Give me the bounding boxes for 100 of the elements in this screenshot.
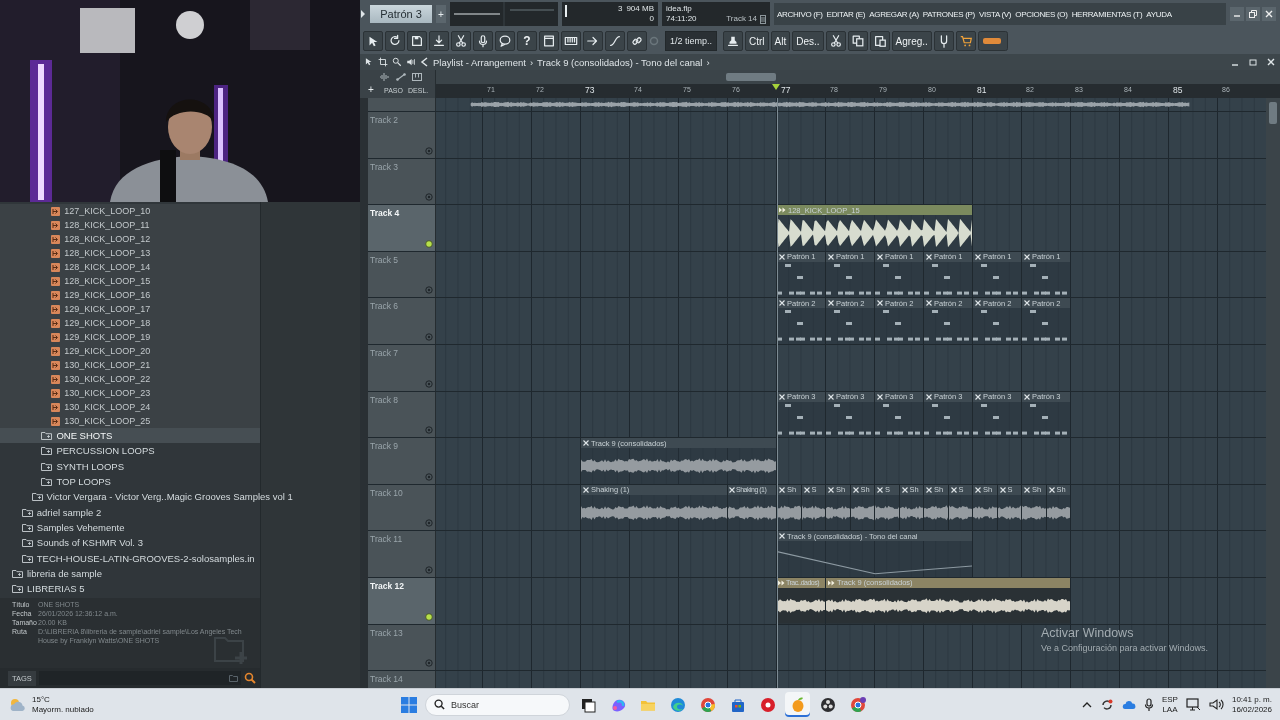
sync-icon[interactable] (1099, 697, 1114, 712)
track-header[interactable]: Track 12 (368, 577, 436, 624)
close-icon[interactable] (950, 486, 957, 493)
toolbar-button[interactable] (869, 31, 890, 51)
minimize-icon[interactable] (1230, 7, 1244, 21)
close-icon[interactable] (901, 486, 908, 493)
toolbar-button[interactable] (933, 31, 954, 51)
volume-icon[interactable] (1208, 698, 1224, 711)
browser-file-item[interactable]: 130_KICK_LOOP_24 (0, 400, 260, 414)
menu-item[interactable]: PATRONES (P) (922, 9, 975, 19)
track-header[interactable]: Track 9 (368, 438, 436, 484)
browser-file-item[interactable]: 130_KICK_LOOP_25 (0, 414, 260, 428)
browser-file-item[interactable]: 128_KICK_LOOP_11 (0, 218, 260, 232)
browser-file-item[interactable]: 129_KICK_LOOP_19 (0, 330, 260, 344)
keyboard-layout[interactable]: LAA (1162, 704, 1178, 715)
close-icon[interactable] (1024, 300, 1030, 307)
snap-selector[interactable]: 1/2 tiemp.. (665, 31, 718, 51)
add-button[interactable]: + (436, 5, 446, 23)
browser-file-item[interactable]: 129_KICK_LOOP_20 (0, 344, 260, 358)
track-button[interactable] (425, 426, 433, 435)
clock-date[interactable]: 16/02/2026 (1231, 704, 1272, 715)
crop-icon[interactable] (378, 57, 388, 67)
search-icon[interactable] (244, 672, 256, 684)
toolbar-button[interactable] (955, 31, 976, 51)
toolbar-button[interactable] (583, 31, 603, 51)
browser-folder-item[interactable]: SYNTH LOOPS (0, 458, 260, 474)
browser-file-item[interactable]: 127_KICK_LOOP_10 (0, 204, 260, 218)
close-icon[interactable] (583, 486, 589, 493)
menu-item[interactable]: ARCHIVO (F) (777, 9, 823, 19)
browser-folder-item[interactable]: TOP LOOPS (0, 473, 260, 490)
language-code[interactable]: ESP (1161, 694, 1178, 705)
close-icon[interactable] (1266, 57, 1276, 67)
toolbar-button[interactable] (407, 31, 427, 51)
toolbar-button[interactable] (723, 31, 744, 51)
toolbar-button[interactable]: ? (517, 31, 537, 51)
toolbar-button[interactable]: Ctrl (745, 31, 769, 51)
clock-time[interactable]: 10:41 p. m. (1231, 694, 1272, 705)
fruit-icon[interactable] (785, 692, 810, 717)
toolbar-button[interactable] (451, 31, 471, 51)
close-icon[interactable] (1024, 253, 1030, 260)
close-icon[interactable] (779, 486, 785, 493)
browser-folder-item[interactable]: LIBRERIAS 5 (0, 580, 260, 597)
browser-folder-item[interactable]: TECH-HOUSE-LATIN-GROOVES-2-solosamples.in (0, 550, 260, 566)
browser-folder-item[interactable]: Sounds of KSHMR Vol. 3 (0, 535, 260, 551)
toolbar-button[interactable] (495, 31, 515, 51)
close-icon[interactable] (926, 486, 932, 493)
track-button[interactable] (425, 379, 433, 388)
close-icon[interactable] (779, 253, 785, 260)
toolbar-button[interactable] (605, 31, 625, 51)
close-icon[interactable] (877, 393, 883, 400)
speaker-icon[interactable] (406, 57, 416, 67)
browser-folder-item[interactable]: libreria de sample (0, 565, 260, 581)
close-icon[interactable] (828, 253, 834, 260)
browser-file-item[interactable]: 128_KICK_LOOP_14 (0, 260, 260, 274)
toolbar-button[interactable] (825, 31, 846, 51)
menu-item[interactable]: OPCIONES (O) (1015, 9, 1068, 19)
horizontal-scrollbar[interactable] (436, 70, 1280, 84)
browser-file-item[interactable]: 128_KICK_LOOP_15 (0, 274, 260, 288)
track-button[interactable] (425, 193, 433, 202)
browser-file-item[interactable]: 129_KICK_LOOP_18 (0, 316, 260, 330)
close-icon[interactable] (926, 300, 932, 307)
toolbar-button[interactable] (627, 31, 647, 51)
slider-pill-icon[interactable] (977, 31, 1008, 51)
toolbar-button[interactable] (429, 31, 449, 51)
keyboard-icon[interactable] (412, 73, 422, 81)
toolbar-button[interactable] (473, 31, 493, 51)
browser-file-item[interactable]: 130_KICK_LOOP_23 (0, 386, 260, 400)
arrow-icon[interactable] (360, 9, 366, 19)
menu-item[interactable]: AYUDA (1146, 9, 1172, 19)
track-button[interactable] (425, 612, 433, 621)
monitor-icon[interactable] (1185, 698, 1201, 711)
close-icon[interactable] (975, 486, 981, 493)
toolbar-button[interactable] (539, 31, 559, 51)
browser-folder-item[interactable]: PERCUSSION LOOPS (0, 443, 260, 459)
zoom-icon[interactable] (392, 57, 402, 67)
cloud-icon[interactable] (1121, 698, 1136, 711)
browser-folder-item[interactable]: Victor Vergara - Victor Verg..Magic Grooves Samples vol 1 (0, 489, 293, 505)
close-icon[interactable] (926, 393, 932, 400)
menu-item[interactable]: AGREGAR (A) (869, 9, 919, 19)
track-button[interactable] (425, 472, 433, 481)
search-field[interactable]: Buscar (425, 693, 570, 716)
toolbar-button[interactable] (363, 31, 383, 51)
browser-folder-item[interactable]: adriel sample 2 (0, 504, 260, 520)
restore-icon[interactable] (1248, 57, 1258, 67)
browser-file-item[interactable]: 129_KICK_LOOP_17 (0, 302, 260, 316)
scroll-thumb[interactable] (1269, 102, 1277, 124)
menu-item[interactable]: VISTA (V) (978, 9, 1012, 19)
close-icon[interactable] (729, 486, 735, 493)
breadcrumb-item[interactable]: Track 9 (consolidados) - Tono del canal (537, 56, 703, 68)
toolbar-button[interactable] (847, 31, 868, 51)
close-icon[interactable] (583, 440, 589, 447)
tags-field[interactable] (38, 671, 241, 685)
close-icon[interactable] (828, 393, 834, 400)
track-button[interactable] (425, 332, 433, 341)
add-track-button[interactable]: + (368, 84, 374, 95)
restore-icon[interactable] (1246, 7, 1260, 21)
menu-item[interactable]: HERRAMIENTAS (T) (1071, 9, 1143, 19)
close-icon[interactable] (779, 300, 785, 307)
toolbar-button[interactable]: Alt (770, 31, 791, 51)
browser-file-item[interactable]: 130_KICK_LOOP_22 (0, 372, 260, 386)
